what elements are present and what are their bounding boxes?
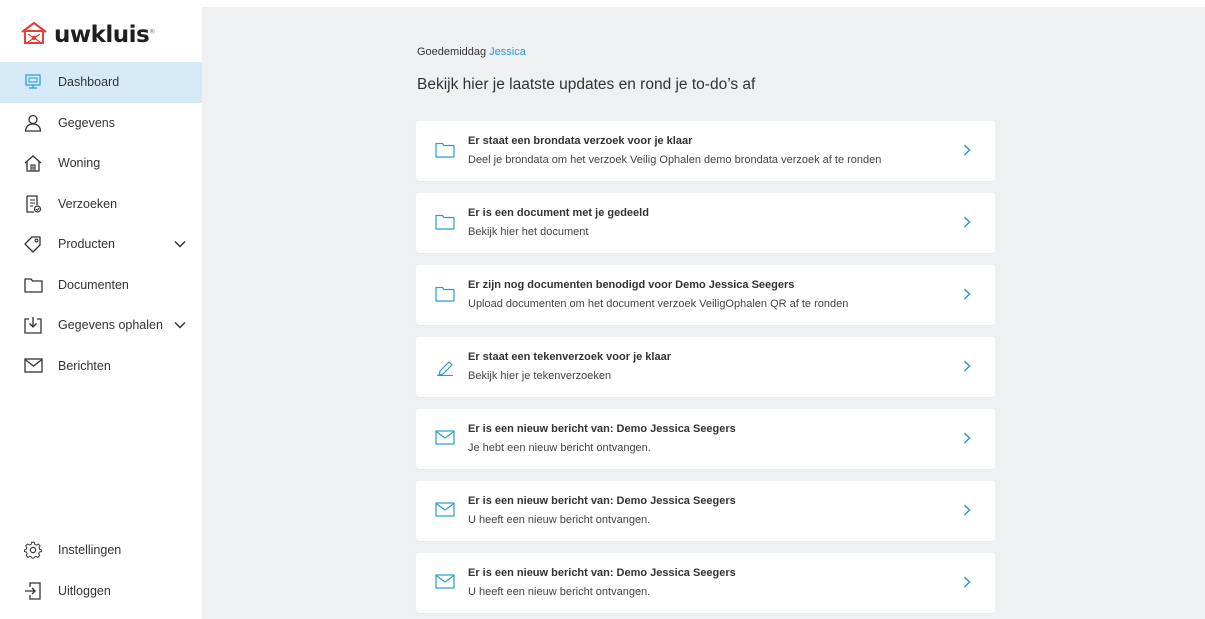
user-icon <box>22 112 44 134</box>
brand-logo[interactable]: uwkluis® <box>20 20 155 50</box>
sidebar-item-label: Instellingen <box>58 543 122 558</box>
update-card[interactable]: Er staat een brondata verzoek voor je kl… <box>416 121 995 181</box>
download-tray-icon <box>22 314 44 336</box>
sidebar-item-label: Documenten <box>58 277 129 292</box>
update-card[interactable]: Er staat een tekenverzoek voor je klaar … <box>416 337 995 397</box>
chevron-right-icon <box>963 575 973 589</box>
envelope-icon <box>435 502 457 520</box>
envelope-icon <box>435 574 457 592</box>
update-card[interactable]: Er is een nieuw bericht van: Demo Jessic… <box>416 553 995 613</box>
house-logo-icon <box>20 21 48 50</box>
card-subtitle: Bekijk hier je tekenverzoeken <box>468 370 612 382</box>
sidebar-item-label: Uitloggen <box>58 583 111 598</box>
sidebar-item-gegevens-ophalen[interactable]: Gegevens ophalen <box>0 305 202 346</box>
card-subtitle: Deel je brondata om het verzoek Veilig O… <box>468 154 882 166</box>
page-title: Bekijk hier je laatste updates en rond j… <box>417 76 756 93</box>
folder-icon <box>435 142 457 160</box>
card-title: Er zijn nog documenten benodigd voor Dem… <box>468 279 795 291</box>
card-subtitle: Upload documenten om het document verzoe… <box>468 298 849 310</box>
sidebar-item-producten[interactable]: Producten <box>0 224 202 265</box>
logout-icon <box>22 580 44 602</box>
house-icon <box>22 152 44 174</box>
sidebar-item-berichten[interactable]: Berichten <box>0 346 202 387</box>
update-card[interactable]: Er is een nieuw bericht van: Demo Jessic… <box>416 409 995 469</box>
sidebar-item-documenten[interactable]: Documenten <box>0 265 202 306</box>
brand-name: uwkluis® <box>54 22 155 48</box>
folder-icon <box>22 274 44 296</box>
sidebar-item-label: Woning <box>58 156 101 171</box>
sidebar-item-verzoeken[interactable]: Verzoeken <box>0 184 202 225</box>
chevron-down-icon[interactable] <box>174 240 188 248</box>
folder-icon <box>435 286 457 304</box>
envelope-icon <box>435 430 457 448</box>
update-card[interactable]: Er zijn nog documenten benodigd voor Dem… <box>416 265 995 325</box>
dashboard-icon <box>22 71 44 93</box>
sidebar-item-instellingen[interactable]: Instellingen <box>0 530 202 571</box>
sidebar-item-label: Verzoeken <box>58 196 118 211</box>
sidebar-item-woning[interactable]: Woning <box>0 143 202 184</box>
update-card[interactable]: Er is een nieuw bericht van: Demo Jessic… <box>416 481 995 541</box>
chevron-right-icon <box>963 431 973 445</box>
chevron-right-icon <box>963 215 973 229</box>
card-title: Er is een nieuw bericht van: Demo Jessic… <box>468 495 736 507</box>
sidebar-item-label: Producten <box>58 237 115 252</box>
tag-icon <box>22 233 44 255</box>
chevron-down-icon[interactable] <box>174 321 188 329</box>
card-subtitle: Bekijk hier het document <box>468 226 589 238</box>
chevron-right-icon <box>963 359 973 373</box>
card-title: Er is een nieuw bericht van: Demo Jessic… <box>468 567 736 579</box>
update-list: Er staat een brondata verzoek voor je kl… <box>416 121 996 619</box>
envelope-icon <box>22 355 44 377</box>
sidebar-item-label: Gegevens <box>58 115 115 130</box>
card-subtitle: U heeft een nieuw bericht ontvangen. <box>468 514 651 526</box>
greeting: Goedemiddag Jessica <box>417 46 526 58</box>
sidebar-item-gegevens[interactable]: Gegevens <box>0 103 202 144</box>
greeting-name: Jessica <box>489 46 526 58</box>
sidebar-item-label: Gegevens ophalen <box>58 318 163 333</box>
pencil-icon <box>435 358 457 377</box>
sidebar-item-label: Berichten <box>58 358 111 373</box>
chevron-right-icon <box>963 503 973 517</box>
card-subtitle: U heeft een nieuw bericht ontvangen. <box>468 586 651 598</box>
folder-icon <box>435 214 457 232</box>
chevron-right-icon <box>963 287 973 301</box>
card-title: Er is een nieuw bericht van: Demo Jessic… <box>468 423 736 435</box>
card-title: Er staat een brondata verzoek voor je kl… <box>468 135 693 147</box>
sidebar-bottom-nav: Instellingen Uitloggen <box>0 530 202 611</box>
request-document-icon <box>22 193 44 215</box>
sidebar: uwkluis® Dashboard Gegevens Woning Verzo… <box>0 0 202 619</box>
update-card[interactable]: Er is een document met je gedeeld Bekijk… <box>416 193 995 253</box>
greeting-prefix: Goedemiddag <box>417 46 487 58</box>
gear-icon <box>22 539 44 561</box>
main-content: Goedemiddag Jessica Bekijk hier je laats… <box>202 7 1205 619</box>
sidebar-item-label: Dashboard <box>58 75 120 90</box>
card-title: Er is een document met je gedeeld <box>468 207 649 219</box>
sidebar-nav: Dashboard Gegevens Woning Verzoeken Prod… <box>0 62 202 386</box>
card-title: Er staat een tekenverzoek voor je klaar <box>468 351 671 363</box>
card-subtitle: Je hebt een nieuw bericht ontvangen. <box>468 442 651 454</box>
sidebar-item-dashboard[interactable]: Dashboard <box>0 62 202 103</box>
chevron-right-icon <box>963 143 973 157</box>
sidebar-item-uitloggen[interactable]: Uitloggen <box>0 571 202 612</box>
